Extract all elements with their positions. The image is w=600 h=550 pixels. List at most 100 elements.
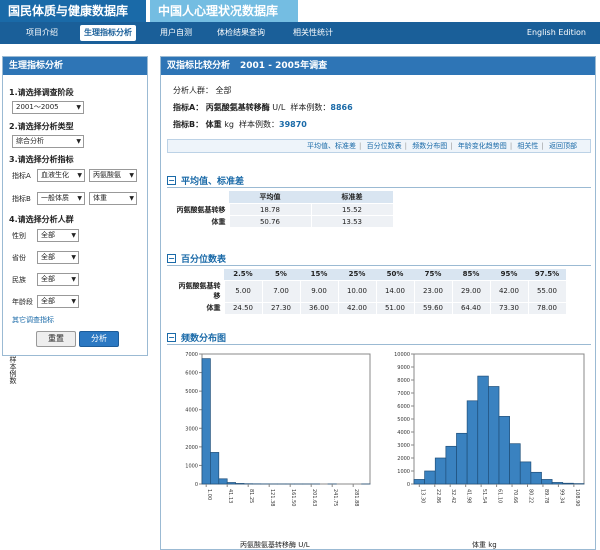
chevron-down-icon: ▼ (77, 172, 82, 179)
tab-physical-health-db[interactable]: 国民体质与健康数据库 (0, 0, 146, 22)
table-header: 95% (490, 269, 528, 280)
y-tick-label: 7000 (397, 391, 410, 397)
sd-value: 15.52 (310, 203, 394, 216)
gender-select[interactable]: 全部 ▼ (37, 229, 79, 242)
percentile-section-title: 百分位数表 (181, 255, 227, 265)
metric-a-unit: U/L (272, 103, 286, 112)
collapse-icon[interactable]: − (167, 254, 176, 263)
row-label: 丙氨酸氨基转移 (169, 203, 229, 216)
nav-project-intro[interactable]: 项目介绍 (22, 25, 62, 41)
subnav-correlation[interactable]: 相关性 (517, 142, 538, 150)
metric-b-info-label: 指标B： (173, 120, 204, 129)
percentile-value: 59.60 (413, 301, 453, 315)
y-tick-label: 0 (195, 482, 198, 488)
analysis-type-select[interactable]: 综合分析 ▼ (12, 135, 84, 148)
province-select[interactable]: 全部 ▼ (37, 251, 79, 264)
age-group-value: 全部 (41, 297, 55, 305)
y-tick-label: 6000 (397, 404, 410, 410)
main-title: 双指标比较分析 (167, 61, 231, 71)
subnav-frequency[interactable]: 频数分布图 (412, 142, 447, 150)
collapse-icon[interactable]: − (167, 176, 176, 185)
nav-physiology-analysis[interactable]: 生理指标分析 (80, 25, 136, 41)
weight-histogram: 0 1000 2000 3000 4000 5000 6000 7000 8000 9000 100… (394, 352, 585, 507)
subnav-back-to-top[interactable]: 返回顶部 (549, 142, 577, 150)
nav-self-test[interactable]: 用户自测 (156, 25, 196, 41)
y-tick-label: 8000 (397, 378, 410, 384)
collapse-icon[interactable]: − (167, 333, 176, 342)
y-tick-label: 3000 (397, 443, 410, 449)
chevron-down-icon: ▼ (129, 195, 134, 202)
metric-a-category-select[interactable]: 血液生化 ▼ (37, 169, 85, 182)
metric-a-category-value: 血液生化 (41, 171, 69, 179)
hist2-xlabel: 体重 kg (472, 541, 497, 549)
metric-b-category-select[interactable]: 一般体质 ▼ (37, 192, 85, 205)
nav-exam-query[interactable]: 体检结果查询 (213, 25, 269, 41)
subnav-age-trend[interactable]: 年龄变化趋势图 (458, 142, 507, 150)
chevron-down-icon: ▼ (77, 195, 82, 202)
subnav-mean-sd[interactable]: 平均值、标准差 (307, 142, 356, 150)
x-tick-label: 70.66 (512, 489, 518, 503)
other-indicators-link[interactable]: 其它调查指标 (12, 315, 54, 325)
y-tick-label: 1000 (397, 469, 410, 475)
percentile-value: 7.00 (261, 279, 301, 303)
age-group-select[interactable]: 全部 ▼ (37, 295, 79, 308)
y-tick-label: 4000 (185, 408, 198, 414)
histogram-bar (456, 432, 468, 485)
tab-psychology-db[interactable]: 中国人心理状况数据库 (150, 0, 298, 22)
frequency-section-heading[interactable]: − 频数分布图 (167, 331, 226, 344)
mean-section-heading[interactable]: − 平均值、标准差 (167, 174, 244, 187)
x-tick-label: 161.50 (290, 489, 296, 507)
percentile-value: 9.00 (299, 279, 339, 303)
x-tick-label: 281.88 (353, 489, 359, 507)
histogram-bar (235, 483, 245, 485)
histogram-bar (488, 386, 500, 485)
x-tick-label: 1.00 (206, 489, 212, 500)
hist1-ylabel: 样本例数 (9, 356, 17, 384)
metric-b-select[interactable]: 体重 ▼ (89, 192, 137, 205)
mean-section-title: 平均值、标准差 (181, 177, 245, 187)
analyze-button[interactable]: 分析 (79, 331, 119, 347)
divider (167, 265, 591, 266)
percentile-value: 55.00 (527, 279, 567, 303)
percentile-value: 42.00 (337, 301, 377, 315)
y-tick-label: 10000 (394, 352, 410, 358)
reset-button[interactable]: 重置 (36, 331, 76, 347)
divider (167, 187, 591, 188)
metric-a-count: 8866 (330, 103, 353, 112)
subnav-percentile[interactable]: 百分位数表 (367, 142, 402, 150)
analysis-type-value: 综合分析 (16, 137, 44, 145)
x-tick-label: 51.54 (481, 489, 487, 503)
step3-label: 3.请选择分析指标 (9, 155, 74, 164)
ethnicity-select[interactable]: 全部 ▼ (37, 273, 79, 286)
english-edition-link[interactable]: English Edition (527, 25, 586, 41)
table-header: 标准差 (311, 191, 393, 204)
percentile-section-heading[interactable]: − 百分位数表 (167, 252, 226, 265)
y-tick-label: 4000 (397, 430, 410, 436)
metric-b-category-value: 一般体质 (41, 194, 69, 202)
gender-label: 性别 (12, 232, 26, 240)
sd-value: 13.53 (310, 215, 394, 228)
period-select[interactable]: 2001～2005 ▼ (12, 101, 84, 114)
ethnicity-value: 全部 (41, 275, 55, 283)
top-tab-bar: 国民体质与健康数据库 中国人心理状况数据库 (0, 0, 600, 24)
x-tick-label: 99.34 (558, 489, 564, 503)
y-tick-label: 0 (407, 482, 410, 488)
chevron-down-icon: ▼ (71, 298, 76, 305)
histogram-bar (562, 482, 574, 485)
x-tick-label: 201.63 (311, 489, 317, 507)
nav-correlation[interactable]: 相关性统计 (289, 25, 337, 41)
table-header: 25% (338, 269, 376, 280)
percentile-value: 78.00 (527, 301, 567, 315)
metric-b-value: 体重 (93, 194, 107, 202)
metric-a-count-label: 样本例数： (290, 103, 331, 112)
table-row: 体重 50.76 13.53 (169, 215, 394, 228)
x-tick-label: 241.75 (332, 489, 338, 507)
percentile-table: 2.5% 5% 15% 25% 50% 75% 85% 95% 97.5% 丙氨… (169, 269, 567, 315)
x-tick-label: 121.38 (269, 489, 275, 507)
row-label: 体重 (169, 302, 224, 314)
metric-a-name: 丙氨酸氨基转移酶 (205, 103, 270, 112)
metric-b-count-label: 样本例数： (239, 120, 280, 129)
metric-b-info: 指标B： 体重 kg 样本例数：39870 (173, 119, 307, 130)
metric-a-select[interactable]: 丙氨酸氨 ▼ (89, 169, 137, 182)
histogram-bar (519, 461, 532, 485)
